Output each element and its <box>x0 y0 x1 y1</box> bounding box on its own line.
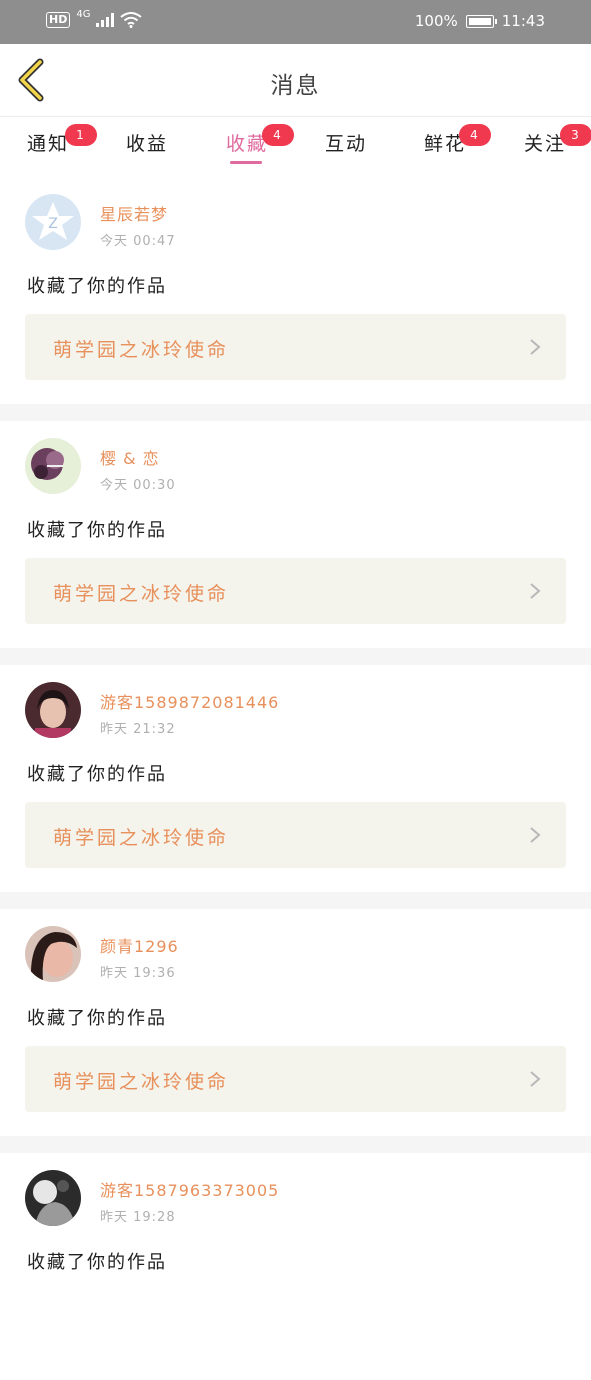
action-text: 收藏了你的作品 <box>27 520 167 541</box>
action-text: 收藏了你的作品 <box>27 276 167 297</box>
network-type: 4G <box>76 8 91 20</box>
status-left: HD 4G <box>46 8 143 28</box>
hd-indicator: HD <box>46 12 71 28</box>
status-bar: HD 4G 100% 11:43 <box>0 0 591 44</box>
avatar[interactable] <box>25 438 81 494</box>
tab-badge: 4 <box>459 124 491 146</box>
chevron-right-icon <box>530 583 541 599</box>
tab-favorites[interactable]: 收藏 4 <box>226 124 294 156</box>
timestamp: 昨天 21:32 <box>100 722 176 737</box>
action-text: 收藏了你的作品 <box>27 1008 167 1029</box>
battery-icon <box>465 14 497 28</box>
work-card[interactable]: 萌学园之冰玲使命 <box>25 558 566 624</box>
chevron-right-icon <box>530 339 541 355</box>
username[interactable]: 颜青1296 <box>100 933 179 957</box>
tab-badge: 3 <box>560 124 591 146</box>
chevron-right-icon <box>530 827 541 843</box>
work-card[interactable]: 萌学园之冰玲使命 <box>25 314 566 380</box>
tab-label: 通知 <box>27 133 70 155</box>
default-avatar-icon: Z <box>25 194 81 250</box>
tab-flowers[interactable]: 鲜花 4 <box>424 124 491 156</box>
user-photo-avatar <box>25 438 81 494</box>
work-card[interactable]: 萌学园之冰玲使命 <box>25 802 566 868</box>
clock: 11:43 <box>501 12 545 30</box>
avatar[interactable]: Z <box>25 194 81 250</box>
work-title: 萌学园之冰玲使命 <box>53 827 230 849</box>
list-item: 游客1587963373005 昨天 19:28 收藏了你的作品 <box>0 1153 591 1380</box>
avatar[interactable] <box>25 682 81 738</box>
tab-earnings[interactable]: 收益 <box>126 129 168 156</box>
list-item: 颜青1296 昨天 19:36 收藏了你的作品 萌学园之冰玲使命 <box>0 909 591 1136</box>
app-header: 消息 <box>0 44 591 117</box>
username[interactable]: 樱 & 恋 <box>100 445 160 469</box>
timestamp: 今天 00:30 <box>100 478 176 493</box>
chevron-right-icon <box>530 1071 541 1087</box>
avatar[interactable] <box>25 1170 81 1226</box>
signal-icon <box>96 13 115 27</box>
tab-interactions[interactable]: 互动 <box>325 129 367 156</box>
work-title: 萌学园之冰玲使命 <box>53 1071 230 1093</box>
list-item: 樱 & 恋 今天 00:30 收藏了你的作品 萌学园之冰玲使命 <box>0 421 591 648</box>
divider <box>0 892 591 909</box>
active-tab-indicator <box>230 161 262 164</box>
list-item: 游客1589872081446 昨天 21:32 收藏了你的作品 萌学园之冰玲使… <box>0 665 591 892</box>
avatar[interactable] <box>25 926 81 982</box>
wifi-icon <box>120 12 143 28</box>
tab-label: 互动 <box>325 133 368 155</box>
timestamp: 昨天 19:28 <box>100 1210 176 1225</box>
page-title: 消息 <box>270 73 321 99</box>
user-photo-avatar <box>25 1170 81 1226</box>
user-photo-avatar <box>25 682 81 738</box>
list-item: Z 星辰若梦 今天 00:47 收藏了你的作品 萌学园之冰玲使命 <box>0 177 591 404</box>
timestamp: 昨天 19:36 <box>100 966 176 981</box>
battery-percent: 100% <box>414 12 458 30</box>
tab-badge: 1 <box>65 124 97 146</box>
tab-badge: 4 <box>262 124 294 146</box>
tab-follows[interactable]: 关注 3 <box>524 124 591 156</box>
action-text: 收藏了你的作品 <box>27 1252 167 1273</box>
tab-label: 收益 <box>126 133 169 155</box>
tab-bar: 通知 1 收益 收藏 4 互动 鲜花 4 关注 3 <box>0 117 591 177</box>
divider <box>0 1136 591 1153</box>
username[interactable]: 游客1587963373005 <box>100 1177 279 1201</box>
action-text: 收藏了你的作品 <box>27 764 167 785</box>
username[interactable]: 游客1589872081446 <box>100 689 279 713</box>
user-photo-avatar <box>25 926 81 982</box>
divider <box>0 648 591 665</box>
message-list: Z 星辰若梦 今天 00:47 收藏了你的作品 萌学园之冰玲使命 樱 & 恋 今… <box>0 177 591 1380</box>
svg-text:Z: Z <box>48 216 58 232</box>
tab-notifications[interactable]: 通知 1 <box>27 124 97 156</box>
work-title: 萌学园之冰玲使命 <box>53 583 230 605</box>
work-card[interactable]: 萌学园之冰玲使命 <box>25 1046 566 1112</box>
status-right: 100% 11:43 <box>415 12 545 30</box>
username[interactable]: 星辰若梦 <box>100 201 168 225</box>
work-title: 萌学园之冰玲使命 <box>53 339 230 361</box>
divider <box>0 404 591 421</box>
timestamp: 今天 00:47 <box>100 234 176 249</box>
